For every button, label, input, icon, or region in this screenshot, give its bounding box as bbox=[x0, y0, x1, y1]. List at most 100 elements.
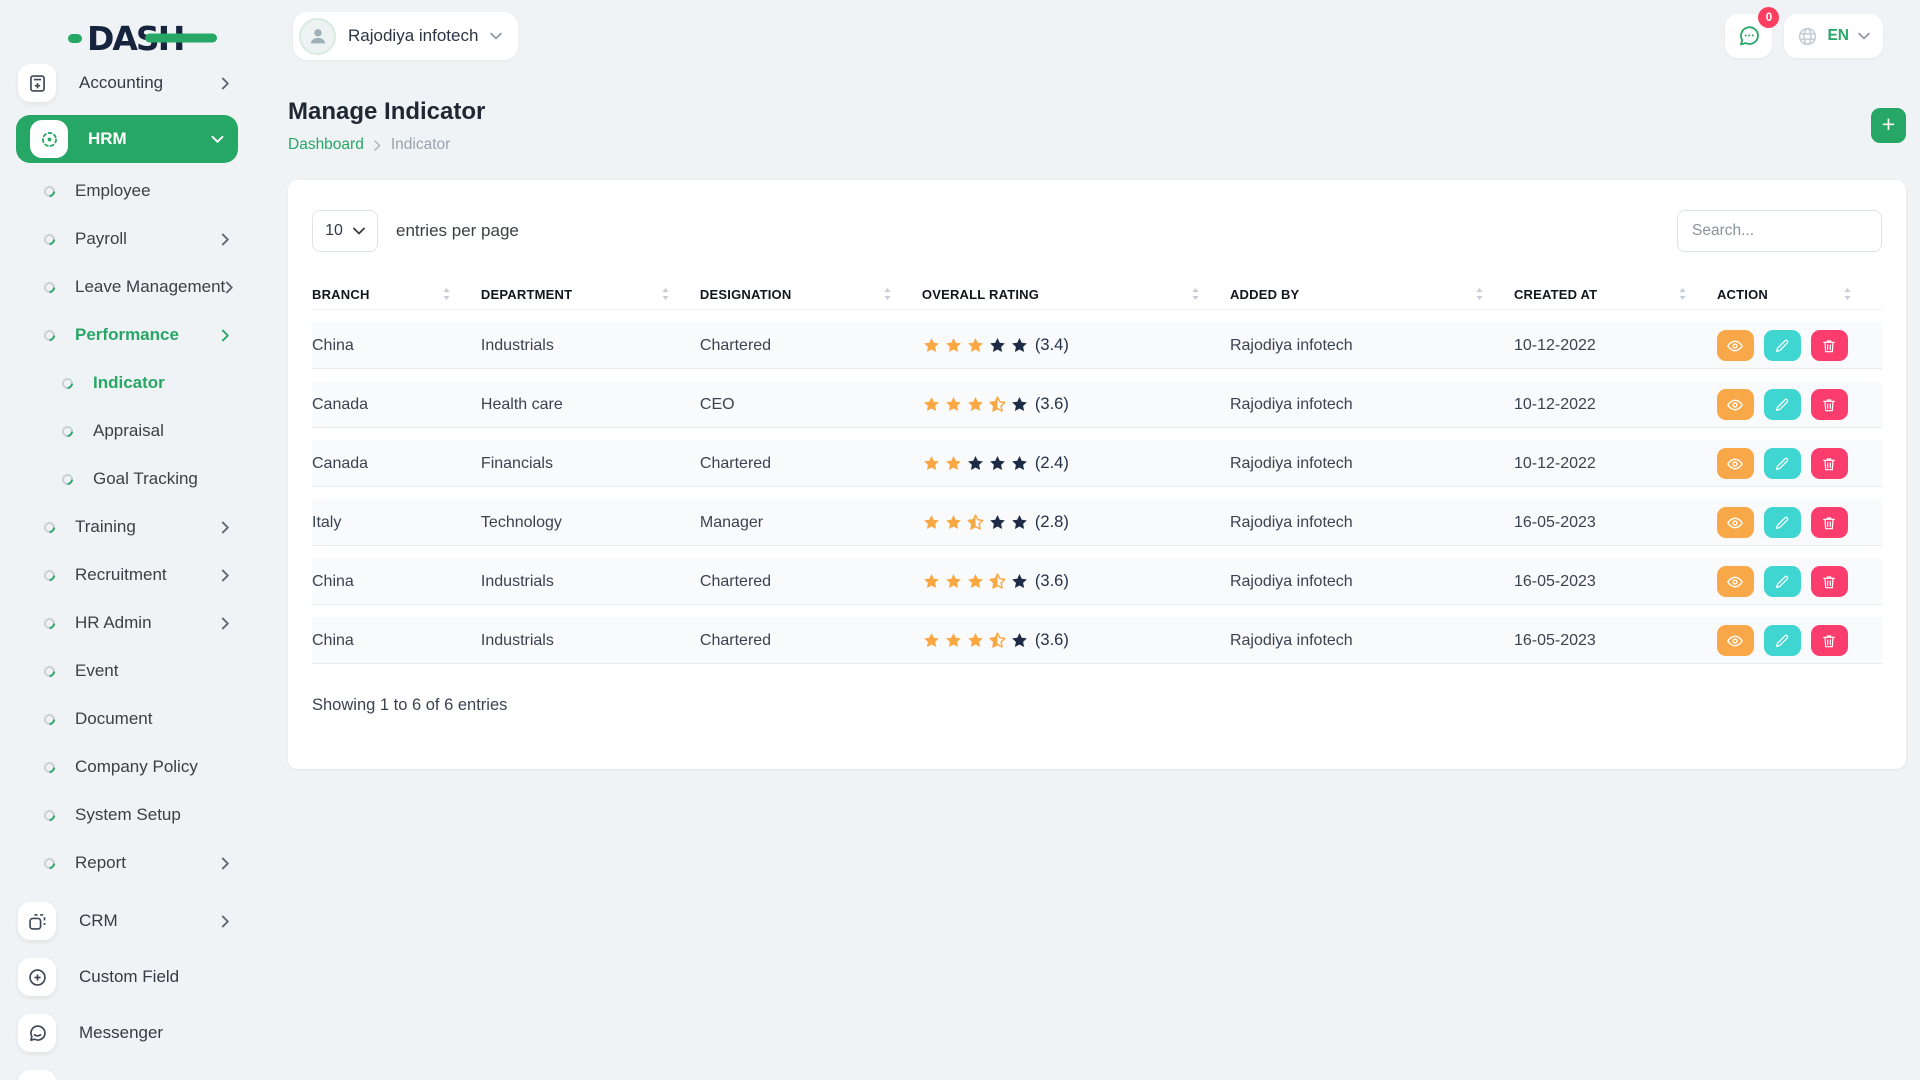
delete-button[interactable] bbox=[1811, 330, 1848, 361]
sidebar-item-report[interactable]: Report bbox=[0, 839, 260, 887]
star-empty-icon bbox=[1010, 631, 1029, 650]
sidebar-item-recruitment[interactable]: Recruitment bbox=[0, 551, 260, 599]
sidebar-item-accounting[interactable]: Accounting bbox=[0, 55, 260, 111]
cell-created-at: 10-12-2022 bbox=[1514, 322, 1717, 369]
sidebar-item-company-policy[interactable]: Company Policy bbox=[0, 743, 260, 791]
table-row: ItalyTechnologyManager(2.8)Rajodiya info… bbox=[312, 499, 1882, 546]
pencil-icon bbox=[1774, 574, 1790, 590]
eye-icon bbox=[1726, 455, 1744, 473]
sort-icon[interactable] bbox=[1475, 287, 1484, 301]
table-body: ChinaIndustrialsChartered(3.4)Rajodiya i… bbox=[312, 322, 1882, 664]
sidebar-item-goal-tracking[interactable]: Goal Tracking bbox=[0, 455, 260, 503]
table-row: ChinaIndustrialsChartered(3.4)Rajodiya i… bbox=[312, 322, 1882, 369]
delete-button[interactable] bbox=[1811, 625, 1848, 656]
edit-button[interactable] bbox=[1764, 448, 1801, 479]
sidebar-item-leave-management[interactable]: Leave Management bbox=[0, 263, 260, 311]
rating-value: (2.8) bbox=[1035, 513, 1069, 532]
cell-department: Technology bbox=[481, 499, 700, 546]
sidebar-item-system-setup[interactable]: System Setup bbox=[0, 791, 260, 839]
column-header-designation[interactable]: DESIGNATION bbox=[700, 278, 922, 310]
view-button[interactable] bbox=[1717, 625, 1754, 656]
sort-icon[interactable] bbox=[442, 287, 451, 301]
star-full-icon bbox=[922, 572, 941, 591]
sort-icon[interactable] bbox=[1191, 287, 1200, 301]
star-full-icon bbox=[922, 631, 941, 650]
delete-button[interactable] bbox=[1811, 448, 1848, 479]
sidebar-item-label: Recruitment bbox=[75, 565, 167, 585]
add-indicator-button[interactable]: + bbox=[1871, 108, 1906, 143]
sidebar-item-employee[interactable]: Employee bbox=[0, 167, 260, 215]
sort-icon[interactable] bbox=[883, 287, 892, 301]
star-full-icon bbox=[966, 395, 985, 414]
star-full-icon bbox=[922, 513, 941, 532]
view-button[interactable] bbox=[1717, 330, 1754, 361]
view-button[interactable] bbox=[1717, 389, 1754, 420]
trash-icon bbox=[1821, 456, 1837, 472]
sidebar-item-custom-field[interactable]: Custom Field bbox=[0, 949, 260, 1005]
star-empty-icon bbox=[1010, 395, 1029, 414]
edit-button[interactable] bbox=[1764, 330, 1801, 361]
cell-designation: Manager bbox=[700, 499, 922, 546]
edit-button[interactable] bbox=[1764, 625, 1801, 656]
sidebar-item-training[interactable]: Training bbox=[0, 503, 260, 551]
main-content: Manage Indicator Dashboard Indicator + 1… bbox=[260, 0, 1920, 1080]
hrm-icon bbox=[30, 120, 68, 158]
star-full-icon bbox=[922, 395, 941, 414]
cell-action bbox=[1717, 558, 1882, 605]
delete-button[interactable] bbox=[1811, 389, 1848, 420]
view-button[interactable] bbox=[1717, 507, 1754, 538]
star-empty-icon bbox=[988, 454, 1007, 473]
edit-button[interactable] bbox=[1764, 507, 1801, 538]
sort-icon[interactable] bbox=[661, 287, 670, 301]
cell-created-at: 16-05-2023 bbox=[1514, 499, 1717, 546]
cell-department: Industrials bbox=[481, 558, 700, 605]
crm-icon bbox=[18, 902, 56, 940]
delete-button[interactable] bbox=[1811, 507, 1848, 538]
star-empty-icon bbox=[966, 454, 985, 473]
edit-button[interactable] bbox=[1764, 566, 1801, 597]
logo-dash-icon bbox=[145, 34, 217, 43]
delete-button[interactable] bbox=[1811, 566, 1848, 597]
entries-per-page-select[interactable]: 10 bbox=[312, 210, 378, 252]
sidebar-item-indicator[interactable]: Indicator bbox=[0, 359, 260, 407]
eye-icon bbox=[1726, 573, 1744, 591]
sidebar-item-document[interactable]: Document bbox=[0, 695, 260, 743]
trash-icon bbox=[1821, 633, 1837, 649]
column-header-added-by[interactable]: ADDED BY bbox=[1230, 278, 1514, 310]
app-logo[interactable]: DASH bbox=[68, 20, 183, 56]
sidebar-item-payroll[interactable]: Payroll bbox=[0, 215, 260, 263]
cell-overall-rating: (3.6) bbox=[922, 617, 1230, 664]
column-header-action[interactable]: ACTION bbox=[1717, 278, 1882, 310]
sort-icon[interactable] bbox=[1843, 287, 1852, 301]
sidebar-item-calendar[interactable]: Calendar bbox=[0, 1061, 260, 1080]
column-header-department[interactable]: DEPARTMENT bbox=[481, 278, 700, 310]
chevron-right-icon bbox=[221, 77, 230, 90]
edit-button[interactable] bbox=[1764, 389, 1801, 420]
view-button[interactable] bbox=[1717, 566, 1754, 597]
sort-icon[interactable] bbox=[1678, 287, 1687, 301]
sidebar-item-messenger[interactable]: Messenger bbox=[0, 1005, 260, 1061]
breadcrumb-dashboard-link[interactable]: Dashboard bbox=[288, 136, 364, 154]
column-header-created-at[interactable]: CREATED AT bbox=[1514, 278, 1717, 310]
cell-branch: China bbox=[312, 617, 481, 664]
sidebar-item-hr-admin[interactable]: HR Admin bbox=[0, 599, 260, 647]
bullet-icon bbox=[42, 279, 58, 295]
sidebar-item-hrm[interactable]: HRM bbox=[16, 115, 238, 163]
star-full-icon bbox=[966, 631, 985, 650]
entries-per-page-value: 10 bbox=[325, 222, 343, 240]
chevron-right-icon bbox=[221, 521, 230, 534]
search-input[interactable] bbox=[1677, 210, 1882, 252]
column-header-overall-rating[interactable]: OVERALL RATING bbox=[922, 278, 1230, 310]
column-header-branch[interactable]: BRANCH bbox=[312, 278, 481, 310]
chevron-right-icon bbox=[221, 329, 230, 342]
pencil-icon bbox=[1774, 633, 1790, 649]
bullet-icon bbox=[42, 807, 58, 823]
sidebar-item-performance[interactable]: Performance bbox=[0, 311, 260, 359]
view-button[interactable] bbox=[1717, 448, 1754, 479]
cell-branch: China bbox=[312, 322, 481, 369]
sidebar-item-appraisal[interactable]: Appraisal bbox=[0, 407, 260, 455]
sidebar-item-label: Messenger bbox=[79, 1023, 163, 1043]
sidebar-item-crm[interactable]: CRM bbox=[0, 893, 260, 949]
action-buttons bbox=[1717, 566, 1848, 597]
sidebar-item-event[interactable]: Event bbox=[0, 647, 260, 695]
